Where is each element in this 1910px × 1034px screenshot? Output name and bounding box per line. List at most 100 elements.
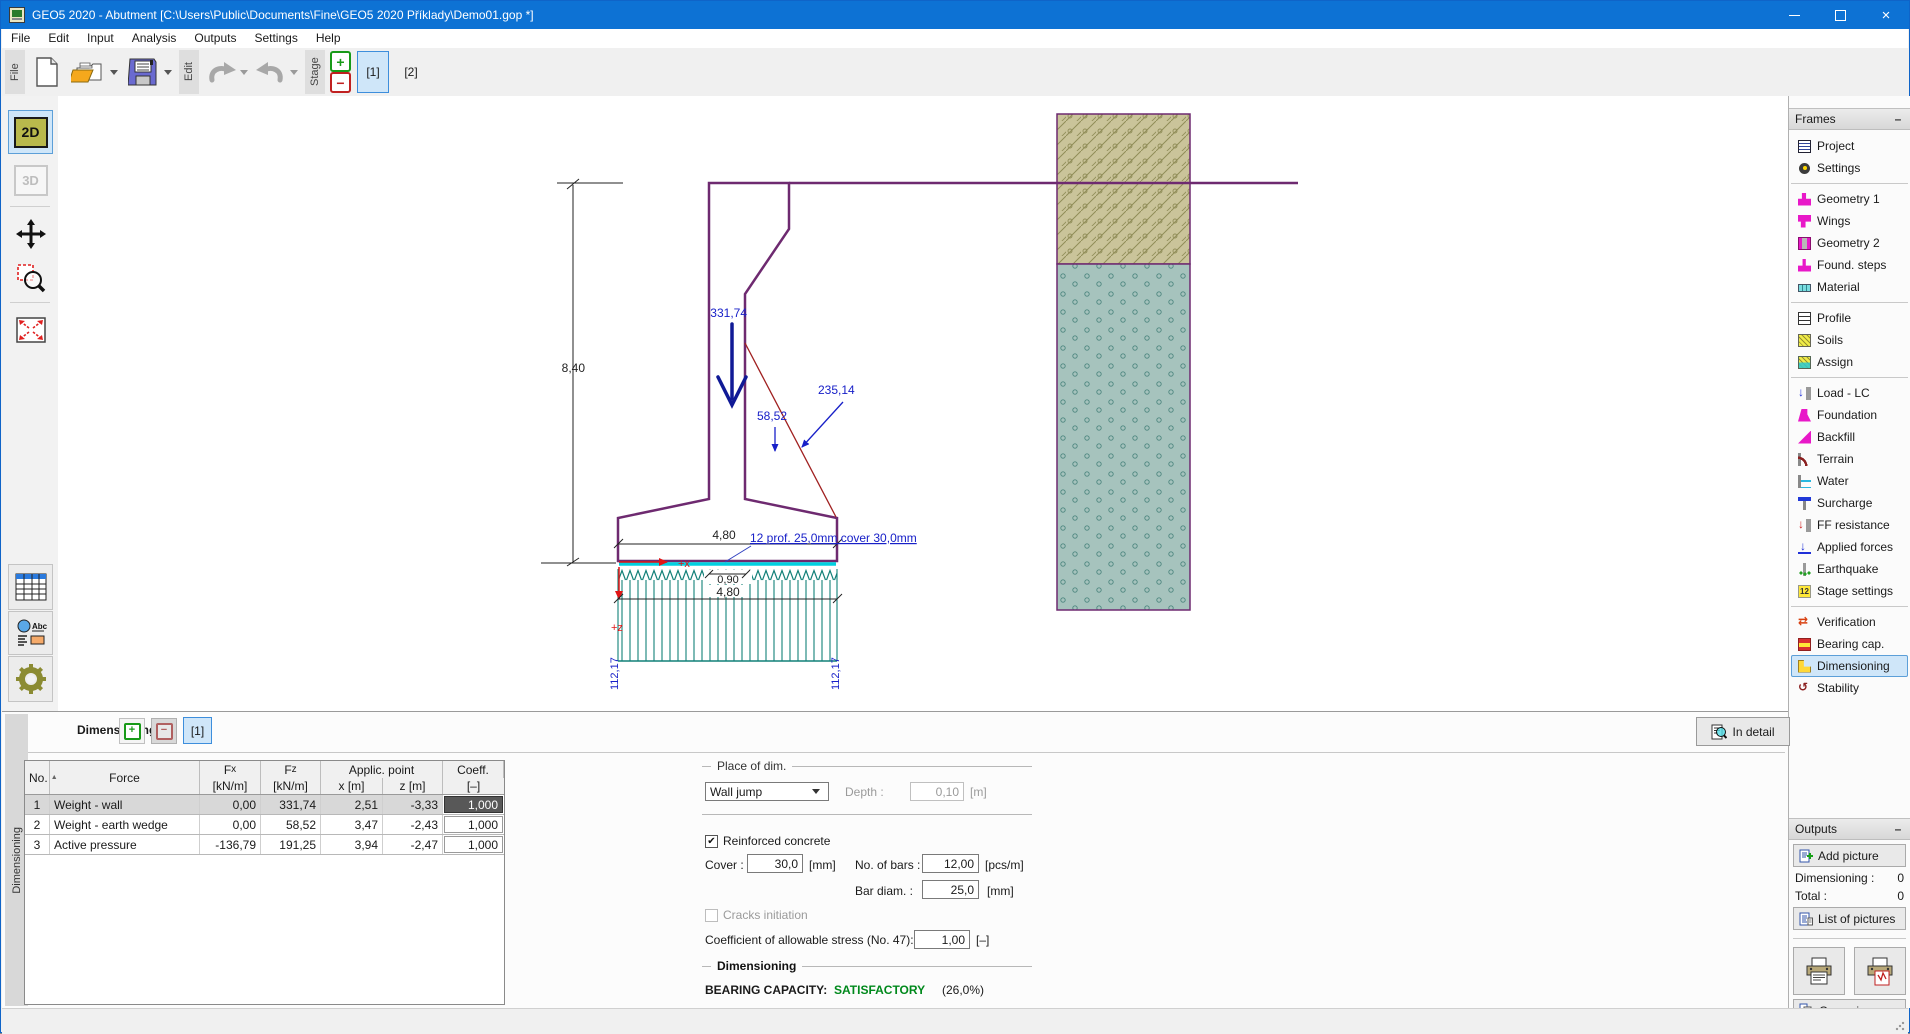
- col-coeff[interactable]: Coeff.: [443, 761, 504, 778]
- close-button[interactable]: ×: [1863, 1, 1909, 29]
- col-applic-point[interactable]: Applic. point: [321, 761, 443, 778]
- bars-label: No. of bars :: [855, 858, 920, 872]
- pan-button[interactable]: [8, 212, 53, 256]
- place-of-dim-select[interactable]: Wall jump: [705, 782, 829, 801]
- frame-item-profile[interactable]: Profile: [1791, 307, 1908, 329]
- view-2d-button[interactable]: 2D: [8, 110, 53, 154]
- frame-item-label: Soils: [1817, 333, 1843, 347]
- frame-item-water[interactable]: Water: [1791, 470, 1908, 492]
- panel-stage-tab-1[interactable]: [1]: [183, 717, 212, 744]
- col-fz[interactable]: Fz: [261, 761, 321, 778]
- ff-resistance-icon: [1798, 519, 1811, 532]
- frame-item-surcharge[interactable]: Surcharge: [1791, 492, 1908, 514]
- remove-stage-button[interactable]: −: [330, 72, 351, 93]
- frame-item-label: Applied forces: [1817, 540, 1893, 554]
- in-detail-label: In detail: [1732, 725, 1774, 739]
- col-force[interactable]: Force: [50, 761, 200, 794]
- depth-field: 0,10: [910, 782, 964, 801]
- bars-field[interactable]: 12,00: [922, 854, 979, 873]
- menu-edit[interactable]: Edit: [39, 29, 78, 48]
- frames-collapse-icon[interactable]: –: [1892, 114, 1904, 124]
- table-cell[interactable]: 1,000: [444, 836, 503, 853]
- add-stage-button[interactable]: +: [330, 51, 351, 72]
- frame-item-applied-forces[interactable]: Applied forces: [1791, 536, 1908, 558]
- frame-item-wings[interactable]: Wings: [1791, 210, 1908, 232]
- outputs-collapse-icon[interactable]: –: [1892, 824, 1904, 834]
- view-3d-button[interactable]: 3D: [8, 158, 53, 202]
- frame-item-bearing-cap[interactable]: Bearing cap.: [1791, 633, 1908, 655]
- list-of-pictures-icon: [1799, 912, 1813, 926]
- in-detail-button[interactable]: In detail: [1696, 717, 1790, 746]
- frames-panel-header: Frames –: [1789, 108, 1910, 130]
- menu-settings[interactable]: Settings: [245, 29, 306, 48]
- stage-tab-1[interactable]: [1]: [357, 51, 389, 93]
- zoom-fit-button[interactable]: [8, 308, 53, 352]
- minimize-button[interactable]: [1771, 1, 1817, 29]
- redo-dropdown-icon[interactable]: [290, 70, 298, 75]
- undo-dropdown-icon[interactable]: [240, 70, 248, 75]
- frame-item-stability[interactable]: Stability: [1791, 677, 1908, 699]
- menu-help[interactable]: Help: [307, 29, 350, 48]
- remove-force-button[interactable]: −: [151, 718, 177, 744]
- frame-item-backfill[interactable]: Backfill: [1791, 426, 1908, 448]
- frame-item-load-lc[interactable]: Load - LC: [1791, 382, 1908, 404]
- frame-item-dimensioning[interactable]: Dimensioning: [1791, 655, 1908, 677]
- frame-item-label: Wings: [1817, 214, 1850, 228]
- open-dropdown-icon[interactable]: [110, 70, 118, 75]
- save-dropdown-icon[interactable]: [164, 70, 172, 75]
- pressure-left-label: 112,17: [609, 657, 621, 690]
- diam-field[interactable]: 25,0: [922, 880, 979, 899]
- settings-view-button[interactable]: [8, 656, 53, 702]
- print-button[interactable]: [1793, 947, 1845, 995]
- frame-item-assign[interactable]: Assign: [1791, 351, 1908, 373]
- redo-button[interactable]: [252, 51, 290, 93]
- menu-file[interactable]: File: [2, 29, 39, 48]
- material-icon: [1798, 284, 1811, 292]
- frame-item-foundation[interactable]: Foundation: [1791, 404, 1908, 426]
- frame-item-earthquake[interactable]: Earthquake: [1791, 558, 1908, 580]
- frame-item-geometry-1[interactable]: Geometry 1: [1791, 188, 1908, 210]
- frame-item-verification[interactable]: Verification: [1791, 611, 1908, 633]
- open-file-button[interactable]: [66, 51, 110, 93]
- cover-field[interactable]: 30,0: [747, 854, 803, 873]
- table-row[interactable]: 1Weight - wall0,00331,742,51-3,331,000: [25, 795, 504, 815]
- menu-outputs[interactable]: Outputs: [185, 29, 245, 48]
- frame-item-stage-settings[interactable]: Stage settings: [1791, 580, 1908, 602]
- table-cell[interactable]: 1,000: [444, 796, 503, 813]
- frame-item-label: Project: [1817, 139, 1854, 153]
- print-preview-button[interactable]: [1854, 947, 1906, 995]
- frame-item-settings[interactable]: Settings: [1791, 157, 1908, 179]
- menu-input[interactable]: Input: [78, 29, 123, 48]
- stage-tab-2[interactable]: [2]: [395, 51, 427, 93]
- add-picture-button[interactable]: Add picture: [1793, 844, 1906, 867]
- list-of-pictures-button[interactable]: List of pictures: [1793, 907, 1906, 930]
- undo-button[interactable]: [202, 51, 240, 93]
- col-fx[interactable]: Fx: [200, 761, 261, 778]
- col-no[interactable]: No. ▲: [25, 761, 50, 794]
- allowable-stress-field[interactable]: 1,00: [914, 930, 970, 949]
- menu-analysis[interactable]: Analysis: [123, 29, 186, 48]
- drawing-canvas[interactable]: 8,40 331,74 58,52 235,14 4,80 12 prof. 2…: [58, 96, 1788, 711]
- table-row[interactable]: 2Weight - earth wedge0,0058,523,47-2,431…: [25, 815, 504, 835]
- frame-item-material[interactable]: Material: [1791, 276, 1908, 298]
- frame-item-label: Foundation: [1817, 408, 1877, 422]
- in-detail-icon: [1711, 724, 1727, 740]
- frame-item-terrain[interactable]: Terrain: [1791, 448, 1908, 470]
- table-cell[interactable]: 1,000: [444, 816, 503, 833]
- add-force-button[interactable]: +: [119, 718, 145, 744]
- table-view-button[interactable]: [8, 564, 53, 610]
- frame-item-soils[interactable]: Soils: [1791, 329, 1908, 351]
- frame-item-found-steps[interactable]: Found. steps: [1791, 254, 1908, 276]
- window-title: GEO5 2020 - Abutment [C:\Users\Public\Do…: [32, 8, 534, 22]
- frame-item-project[interactable]: Project: [1791, 135, 1908, 157]
- resize-grip-icon[interactable]: [1895, 1021, 1905, 1031]
- table-row[interactable]: 3Active pressure-136,79191,253,94-2,471,…: [25, 835, 504, 855]
- frame-item-geometry-2[interactable]: Geometry 2: [1791, 232, 1908, 254]
- save-button[interactable]: [122, 51, 164, 93]
- new-file-button[interactable]: [28, 51, 66, 93]
- legend-view-button[interactable]: Abc: [8, 611, 53, 655]
- maximize-button[interactable]: [1817, 1, 1863, 29]
- frame-item-ff-resistance[interactable]: FF resistance: [1791, 514, 1908, 536]
- zoom-button[interactable]: [8, 256, 53, 300]
- reinforced-concrete-checkbox[interactable]: ✔: [705, 835, 718, 848]
